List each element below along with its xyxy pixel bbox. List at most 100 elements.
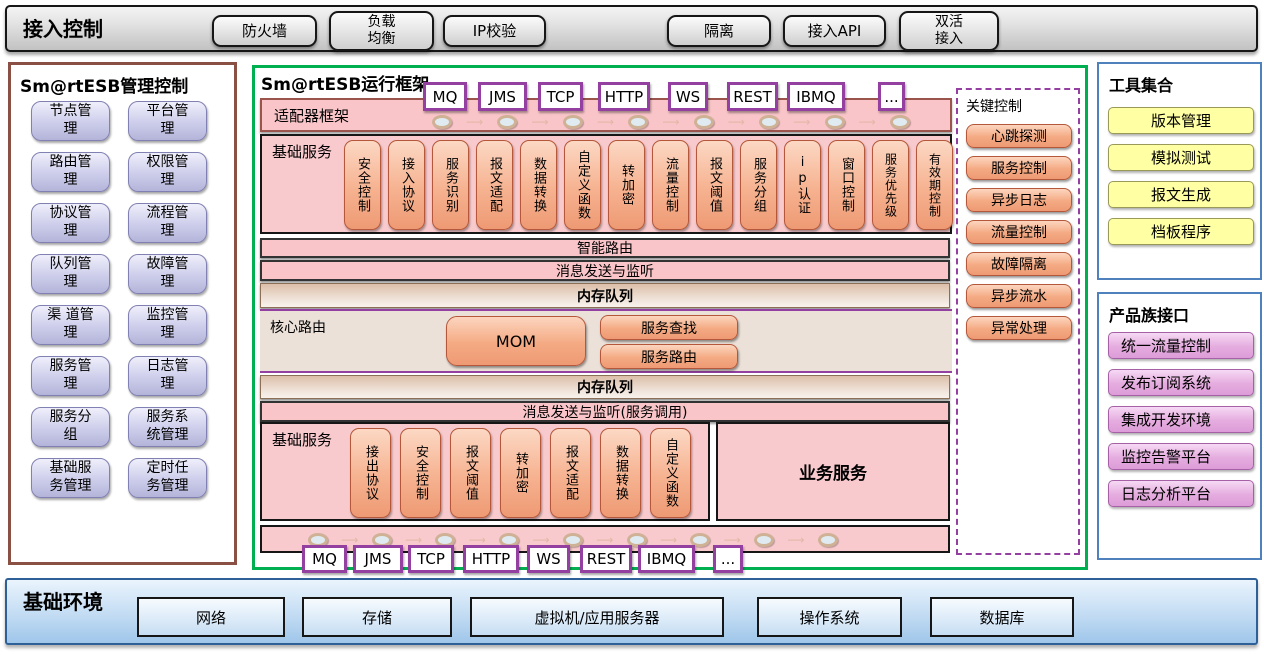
service-priority-button[interactable]: 服务优先级 bbox=[872, 140, 909, 230]
load-balance-button[interactable]: 负载 均衡 bbox=[329, 11, 434, 51]
protocol-tcp-bottom[interactable]: TCP bbox=[408, 545, 454, 573]
adapter-framework-label: 适配器框架 bbox=[274, 105, 349, 126]
connector-ellipse bbox=[754, 533, 774, 547]
node-mgmt-button[interactable]: 节点管理 bbox=[31, 101, 110, 141]
async-flow-button[interactable]: 异步流水 bbox=[966, 284, 1072, 308]
flow-control-key-button[interactable]: 流量控制 bbox=[966, 220, 1072, 244]
service-group-svc-button[interactable]: 服务分组 bbox=[740, 140, 777, 230]
access-protocol-button[interactable]: 接入协议 bbox=[388, 140, 425, 230]
log-mgmt-button[interactable]: 日志管理 bbox=[128, 356, 207, 396]
protocol-mq-bottom[interactable]: MQ bbox=[302, 545, 347, 573]
message-threshold-2-button[interactable]: 报文阈值 bbox=[450, 428, 491, 518]
message-adapt-button[interactable]: 报文适配 bbox=[476, 140, 513, 230]
protocol-http-top[interactable]: HTTP bbox=[598, 82, 650, 111]
protocol-ibmq-top[interactable]: IBMQ bbox=[787, 82, 845, 111]
channel-mgmt-button[interactable]: 渠 道管理 bbox=[31, 305, 110, 345]
protocol-more-top[interactable]: ... bbox=[878, 82, 905, 111]
encrypt-button[interactable]: 转加密 bbox=[608, 140, 645, 230]
service-identify-button[interactable]: 服务识别 bbox=[432, 140, 469, 230]
timer-task-mgmt-button[interactable]: 定时任务管理 bbox=[128, 458, 207, 498]
network-button[interactable]: 网络 bbox=[137, 597, 285, 637]
fault-isolation-button[interactable]: 故障隔离 bbox=[966, 252, 1072, 276]
message-gen-button[interactable]: 报文生成 bbox=[1108, 181, 1254, 208]
data-transform-2-button[interactable]: 数据转换 bbox=[600, 428, 641, 518]
permission-mgmt-button[interactable]: 权限管理 bbox=[128, 152, 207, 192]
security-control-2-button[interactable]: 安全控制 bbox=[400, 428, 441, 518]
ide-environment-button[interactable]: 集成开发环境 bbox=[1108, 406, 1254, 433]
platform-mgmt-button[interactable]: 平台管理 bbox=[128, 101, 207, 141]
security-control-button[interactable]: 安全控制 bbox=[344, 140, 381, 230]
log-analysis-platform-button[interactable]: 日志分析平台 bbox=[1108, 480, 1254, 507]
async-log-button[interactable]: 异步日志 bbox=[966, 188, 1072, 212]
route-mgmt-button[interactable]: 路由管理 bbox=[31, 152, 110, 192]
protocol-rest-top[interactable]: REST bbox=[727, 82, 778, 111]
ip-check-button[interactable]: IP校验 bbox=[443, 15, 546, 47]
base-service-mgmt-button[interactable]: 基础服务管理 bbox=[31, 458, 110, 498]
protocol-ibmq-bottom[interactable]: IBMQ bbox=[638, 545, 695, 573]
validity-control-button[interactable]: 有效期控制 bbox=[916, 140, 953, 230]
stub-program-button[interactable]: 档板程序 bbox=[1108, 218, 1254, 245]
message-threshold-button[interactable]: 报文阈值 bbox=[696, 140, 733, 230]
base-services-bottom-buttons: 接出协议 安全控制 报文阈值 转加密 报文适配 数据转换 自定义函数 bbox=[350, 428, 691, 518]
flow-control-button[interactable]: 流量控制 bbox=[652, 140, 689, 230]
isolation-button[interactable]: 隔离 bbox=[667, 15, 771, 47]
heartbeat-detect-button[interactable]: 心跳探测 bbox=[966, 124, 1072, 148]
protocol-rest-bottom[interactable]: REST bbox=[580, 545, 632, 573]
encrypt-2-button[interactable]: 转加密 bbox=[500, 428, 541, 518]
vm-app-server-button[interactable]: 虚拟机/应用服务器 bbox=[470, 597, 724, 637]
memory-queue-bar-2: 内存队列 bbox=[260, 375, 950, 399]
dual-active-button[interactable]: 双活 接入 bbox=[899, 11, 999, 51]
monitor-alarm-platform-button[interactable]: 监控告警平台 bbox=[1108, 443, 1254, 470]
fault-mgmt-button[interactable]: 故障管理 bbox=[128, 254, 207, 294]
service-system-mgmt-button[interactable]: 服务系统管理 bbox=[128, 407, 207, 447]
unified-flow-control-button[interactable]: 统一流量控制 bbox=[1108, 332, 1254, 359]
message-adapt-2-button[interactable]: 报文适配 bbox=[550, 428, 591, 518]
connector-arrow-icon: ⟶ bbox=[662, 115, 679, 129]
product-family-stack: 统一流量控制 发布订阅系统 集成开发环境 监控告警平台 日志分析平台 bbox=[1108, 332, 1254, 507]
service-route-button[interactable]: 服务路由 bbox=[600, 344, 738, 369]
msg-listen-call-bar: 消息发送与监听(服务调用) bbox=[260, 401, 950, 422]
monitor-mgmt-button[interactable]: 监控管理 bbox=[128, 305, 207, 345]
connector-ellipse bbox=[432, 115, 452, 129]
exception-handle-button[interactable]: 异常处理 bbox=[966, 316, 1072, 340]
os-button[interactable]: 操作系统 bbox=[757, 597, 902, 637]
queue-mgmt-button[interactable]: 队列管理 bbox=[31, 254, 110, 294]
storage-button[interactable]: 存储 bbox=[302, 597, 452, 637]
esb-architecture-diagram: 接入控制 防火墙 负载 均衡 IP校验 隔离 接入API 双活 接入 Sm@rt… bbox=[0, 0, 1264, 655]
protocol-jms-top[interactable]: JMS bbox=[478, 82, 527, 111]
key-control-title: 关键控制 bbox=[958, 90, 1078, 116]
service-group-button[interactable]: 服务分组 bbox=[31, 407, 110, 447]
pub-sub-system-button[interactable]: 发布订阅系统 bbox=[1108, 369, 1254, 396]
core-routing-label: 核心路由 bbox=[270, 317, 326, 337]
process-mgmt-button[interactable]: 流程管理 bbox=[128, 203, 207, 243]
firewall-button[interactable]: 防火墙 bbox=[212, 15, 317, 47]
protocol-ws-bottom[interactable]: WS bbox=[527, 545, 570, 573]
service-mgmt-button[interactable]: 服务管理 bbox=[31, 356, 110, 396]
protocol-jms-bottom[interactable]: JMS bbox=[353, 545, 403, 573]
protocol-tcp-top[interactable]: TCP bbox=[538, 82, 583, 111]
custom-function-button[interactable]: 自定义函数 bbox=[564, 140, 601, 230]
service-find-button[interactable]: 服务查找 bbox=[600, 315, 738, 340]
protocol-more-bottom[interactable]: ... bbox=[713, 545, 743, 573]
ip-auth-button[interactable]: ip认证 bbox=[784, 140, 821, 230]
memory-queue-bar-1: 内存队列 bbox=[260, 283, 950, 308]
base-services-top-buttons: 安全控制 接入协议 服务识别 报文适配 数据转换 自定义函数 转加密 流量控制 … bbox=[344, 140, 953, 230]
protocol-mgmt-button[interactable]: 协议管理 bbox=[31, 203, 110, 243]
protocol-http-bottom[interactable]: HTTP bbox=[463, 545, 519, 573]
connector-arrow-icon: ⟶ bbox=[859, 115, 876, 129]
mock-test-button[interactable]: 模拟测试 bbox=[1108, 144, 1254, 171]
mom-button[interactable]: MOM bbox=[446, 316, 586, 366]
runtime-main-column: 适配器框架 ⟶ ⟶ ⟶ ⟶ ⟶ ⟶ ⟶ MQ JMS TCP HTTP WS R… bbox=[260, 68, 952, 567]
connector-ellipse bbox=[818, 533, 838, 547]
protocol-mq-top[interactable]: MQ bbox=[423, 82, 467, 111]
access-api-button[interactable]: 接入API bbox=[783, 15, 886, 47]
database-button[interactable]: 数据库 bbox=[930, 597, 1074, 637]
service-control-button[interactable]: 服务控制 bbox=[966, 156, 1072, 180]
out-protocol-button[interactable]: 接出协议 bbox=[350, 428, 391, 518]
custom-function-2-button[interactable]: 自定义函数 bbox=[650, 428, 691, 518]
window-control-button[interactable]: 窗口控制 bbox=[828, 140, 865, 230]
toolset-stack: 版本管理 模拟测试 报文生成 档板程序 bbox=[1108, 107, 1254, 245]
version-mgmt-button[interactable]: 版本管理 bbox=[1108, 107, 1254, 134]
protocol-ws-top[interactable]: WS bbox=[668, 82, 708, 111]
data-transform-button[interactable]: 数据转换 bbox=[520, 140, 557, 230]
